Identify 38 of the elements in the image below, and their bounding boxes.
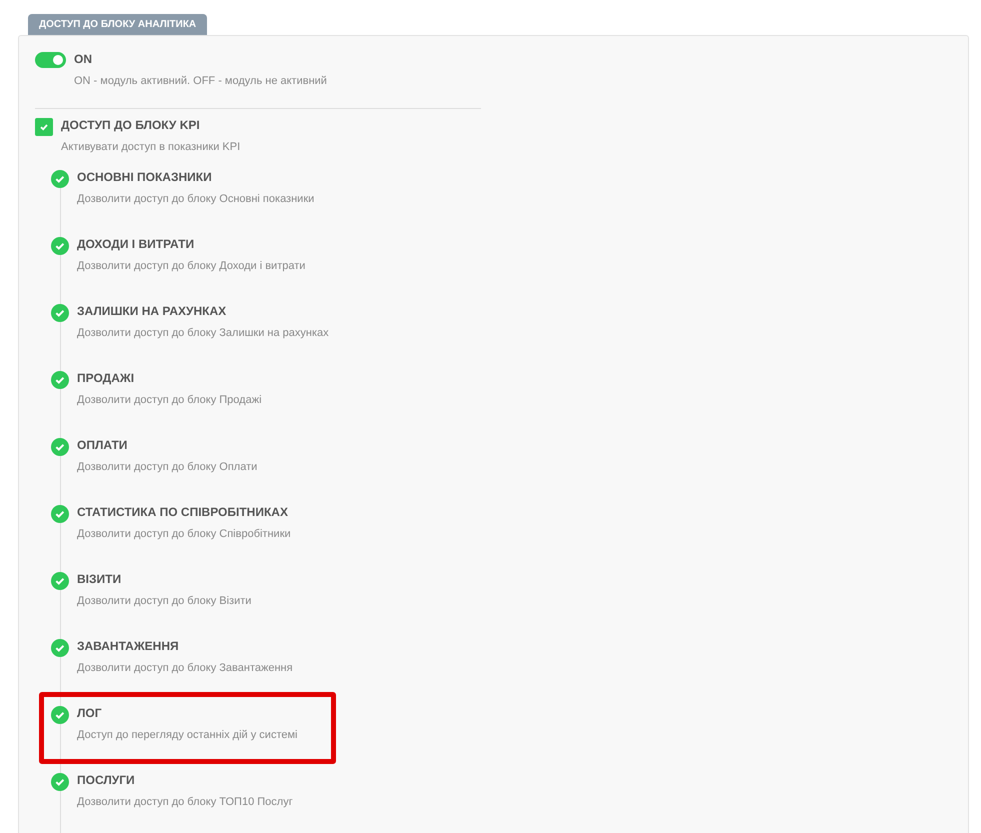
item-description: Дозволити доступ до блоку Завантаження xyxy=(77,662,293,675)
item-description: Дозволити доступ до блоку Оплати xyxy=(77,461,258,474)
check-circle-icon[interactable] xyxy=(51,773,69,791)
check-circle-icon[interactable] xyxy=(51,639,69,657)
item-description: Дозволити доступ до блоку Продажі xyxy=(77,394,262,407)
check-circle-icon[interactable] xyxy=(51,505,69,523)
check-circle-icon[interactable] xyxy=(51,371,69,389)
check-circle-icon[interactable] xyxy=(51,572,69,590)
item-title: ВІЗИТИ xyxy=(77,572,122,586)
item-description: Доступ до перегляду останніх дій у системі xyxy=(77,729,298,742)
check-circle-icon[interactable] xyxy=(51,170,69,188)
toggle-switch[interactable] xyxy=(35,52,66,68)
item-title: ОСНОВНІ ПОКАЗНИКИ xyxy=(77,170,213,184)
check-circle-icon[interactable] xyxy=(51,304,69,322)
item-title: СТАТИСТИКА ПО СПІВРОБІТНИКАХ xyxy=(77,505,289,519)
checkbox[interactable] xyxy=(35,118,53,136)
item-title: ПРОДАЖІ xyxy=(77,371,136,385)
item-title: ОПЛАТИ xyxy=(77,438,128,452)
item-description: Дозволити доступ до блоку Співробітники xyxy=(77,528,291,541)
checkbox-label: ДОСТУП ДО БЛОКУ KPI xyxy=(61,118,201,132)
check-circle-icon[interactable] xyxy=(51,706,69,724)
toggle-label: ON xyxy=(74,52,93,66)
item-title: ЗАЛИШКИ НА РАХУНКАХ xyxy=(77,304,228,318)
check-icon xyxy=(39,122,49,132)
item-description: Дозволити доступ до блоку Доходи і витрати xyxy=(77,260,306,273)
check-circle-icon[interactable] xyxy=(51,237,69,255)
item-description: Дозволити доступ до блоку Залишки на рахунках xyxy=(77,327,329,340)
section-tab[interactable]: ДОСТУП ДО БЛОКУ АНАЛІТИКА xyxy=(28,14,208,35)
toggle-description: ON - модуль активний. OFF - модуль не активний xyxy=(74,75,327,88)
item-title: ДОХОДИ І ВИТРАТИ xyxy=(77,237,196,251)
item-title: ПОСЛУГИ xyxy=(77,773,136,787)
item-title: ЗАВАНТАЖЕННЯ xyxy=(77,639,180,653)
item-description: Дозволити доступ до блоку Основні показники xyxy=(77,193,314,206)
check-circle-icon[interactable] xyxy=(51,438,69,456)
item-title: ЛОГ xyxy=(77,706,103,720)
checkbox-description: Активувати доступ в показники KPI xyxy=(61,141,240,154)
item-description: Дозволити доступ до блоку ТОП10 Послуг xyxy=(77,796,293,809)
item-description: Дозволити доступ до блоку Візити xyxy=(77,595,252,608)
